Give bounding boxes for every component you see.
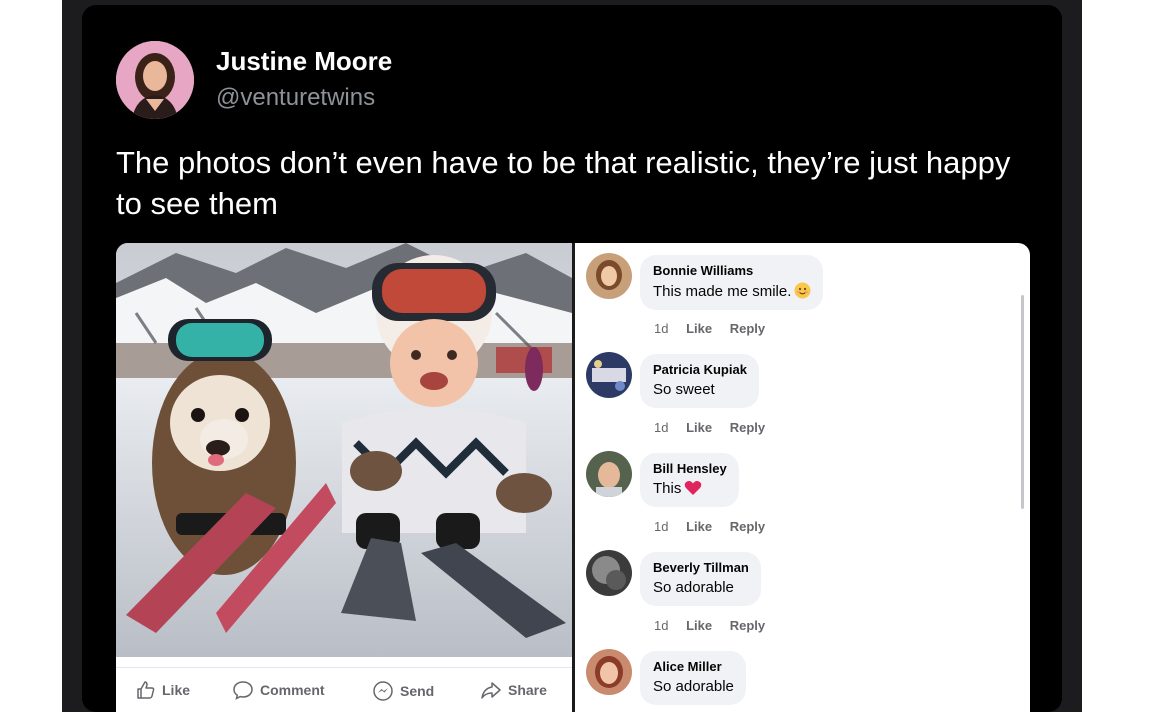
commenter-avatar[interactable] [586, 550, 632, 596]
red-heart-emoji [685, 481, 702, 495]
commenter-avatar[interactable] [586, 649, 632, 695]
comment-button-label: Comment [260, 682, 325, 698]
send-button-label: Send [400, 683, 435, 699]
comment-like-link[interactable]: Like [686, 519, 712, 534]
comment-bubble: Beverly Tillman So adorable [640, 552, 761, 606]
smiling-face-emoji [794, 282, 811, 299]
comment-text: So sweet [653, 381, 715, 398]
commenter-name[interactable]: Alice Miller [653, 659, 734, 674]
comment-reply-link[interactable]: Reply [730, 420, 765, 435]
comment-time: 1d [654, 519, 669, 534]
author-handle[interactable]: @venturetwins [216, 84, 375, 112]
comment-bubble: Bill Hensley This [640, 453, 739, 507]
send-button[interactable]: Send [372, 680, 434, 702]
commenter-name[interactable]: Beverly Tillman [653, 560, 749, 575]
messenger-icon [373, 681, 393, 701]
comment-meta: 1d Like Reply [654, 420, 779, 435]
post-action-bar: Like Comment Send Share [116, 667, 572, 712]
share-button-label: Share [508, 682, 547, 698]
commenter-name[interactable]: Bill Hensley [653, 461, 727, 476]
comment-reply-link[interactable]: Reply [730, 519, 765, 534]
comment-bubble: Patricia Kupiak So sweet [640, 354, 759, 408]
comment-meta: 1d Like Reply [654, 618, 779, 633]
author-avatar[interactable] [116, 41, 194, 119]
comment-meta: 1d Like Reply [654, 519, 779, 534]
comment-meta: 1d Like Reply [654, 321, 779, 336]
comment-time: 1d [654, 618, 669, 633]
share-icon [481, 682, 501, 699]
tweet-text: The photos don’t even have to be that re… [116, 145, 1011, 221]
author-name[interactable]: Justine Moore [216, 46, 392, 77]
comment-like-link[interactable]: Like [686, 321, 712, 336]
comment-like-link[interactable]: Like [686, 420, 712, 435]
commenter-name[interactable]: Patricia Kupiak [653, 362, 747, 377]
comment-button[interactable]: Comment [232, 680, 325, 700]
comments-scrollbar[interactable] [1021, 295, 1024, 509]
post-photo[interactable] [116, 243, 572, 657]
comment-reply-link[interactable]: Reply [730, 321, 765, 336]
comment-bubble: Alice Miller So adorable [640, 651, 746, 705]
comment-text: So adorable [653, 678, 734, 695]
like-button[interactable]: Like [136, 680, 190, 700]
comment-time: 1d [654, 420, 669, 435]
commenter-avatar[interactable] [586, 451, 632, 497]
embedded-facebook-post: Like Comment Send Share Bonnie Williams … [116, 243, 1030, 712]
comment-text: So adorable [653, 579, 734, 596]
comment-like-link[interactable]: Like [686, 618, 712, 633]
like-button-label: Like [162, 682, 191, 698]
commenter-name[interactable]: Bonnie Williams [653, 263, 811, 278]
comment-bubble: Bonnie Williams This made me smile. [640, 255, 824, 310]
comment-reply-link[interactable]: Reply [730, 618, 765, 633]
share-button[interactable]: Share [480, 680, 547, 700]
comment-icon [233, 681, 253, 700]
comment-text: This made me smile. [653, 283, 792, 300]
thumbs-up-icon [137, 681, 155, 699]
commenter-avatar[interactable] [586, 253, 632, 299]
post-divider [572, 243, 575, 712]
comment-time: 1d [654, 321, 669, 336]
commenter-avatar[interactable] [586, 352, 632, 398]
comment-text: This [653, 480, 682, 497]
